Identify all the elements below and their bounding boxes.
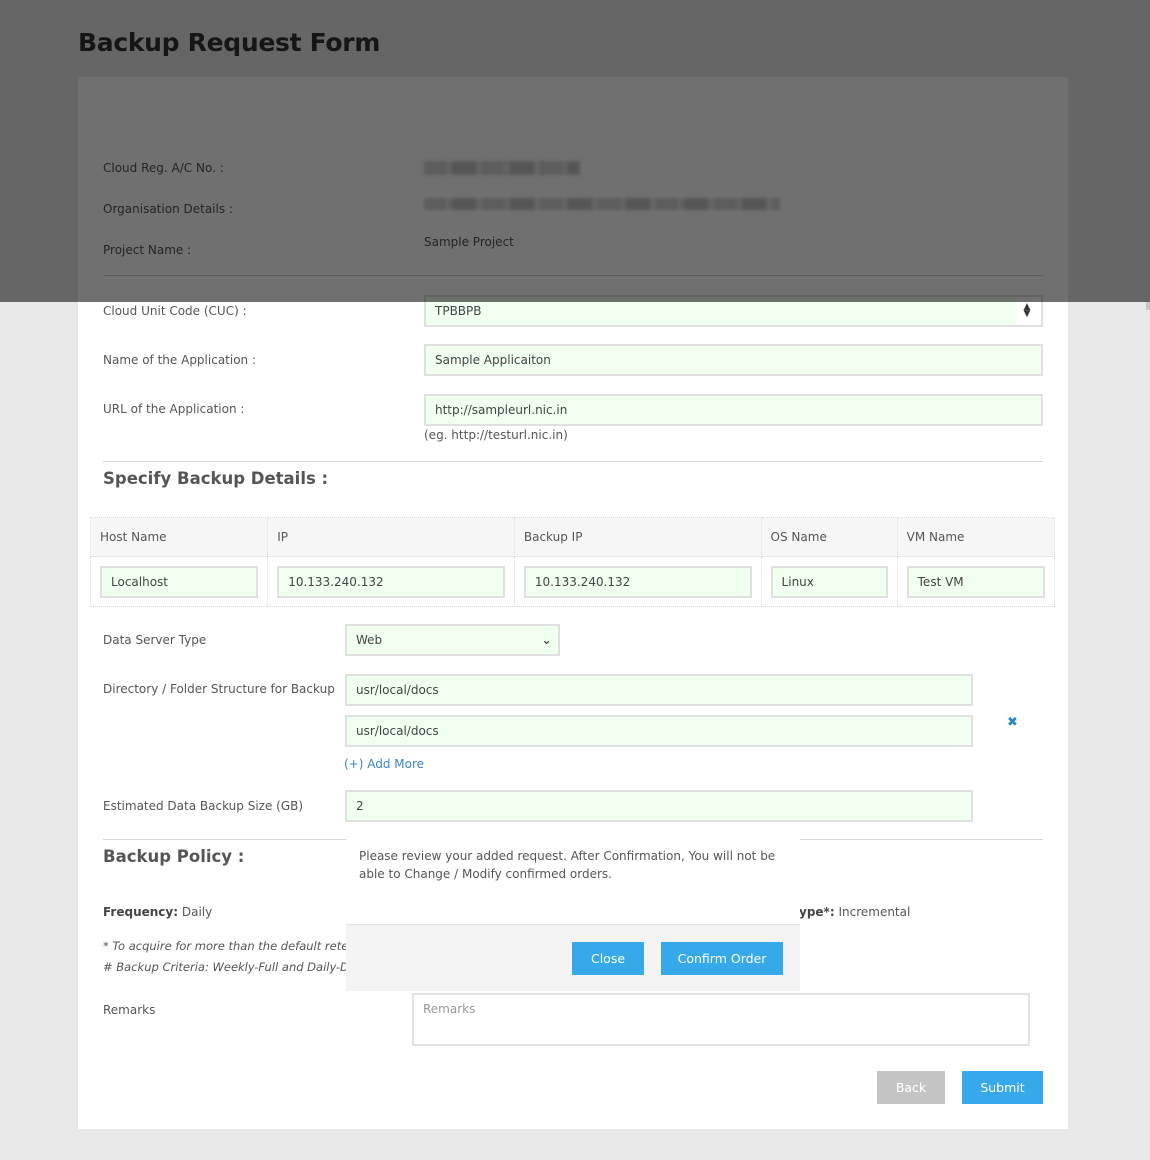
hosts-table: Host Name IP Backup IP OS Name VM Name L… bbox=[89, 517, 1056, 607]
scrollbar-thumb[interactable] bbox=[1146, 302, 1150, 310]
backup-type-label: ype*: bbox=[799, 905, 835, 919]
server-type-label: Data Server Type bbox=[103, 633, 207, 647]
app-name-label: Name of the Application : bbox=[103, 353, 257, 367]
backup-policy-heading: Backup Policy : bbox=[103, 847, 245, 866]
confirm-order-button[interactable]: Confirm Order bbox=[661, 942, 783, 975]
table-cell: Localhost bbox=[89, 556, 269, 607]
table-header-row: Host Name IP Backup IP OS Name VM Name bbox=[89, 517, 1056, 557]
dialog-footer: Close Confirm Order bbox=[346, 924, 800, 991]
updown-arrows-icon: ▲ ▼ bbox=[1023, 302, 1031, 319]
close-button[interactable]: Close bbox=[572, 942, 644, 975]
submit-button[interactable]: Submit bbox=[962, 1071, 1043, 1104]
frequency-value: Daily bbox=[181, 905, 213, 919]
add-more-link[interactable]: (+) Add More bbox=[344, 757, 424, 771]
backup-details-heading: Specify Backup Details : bbox=[103, 469, 329, 488]
vm-name-input[interactable]: Test VM bbox=[906, 565, 1045, 598]
remarks-label: Remarks bbox=[103, 1003, 156, 1017]
cuc-select-value: TPBBPB bbox=[435, 304, 482, 318]
directory-input[interactable]: usr/local/docs bbox=[345, 715, 973, 747]
modal-backdrop[interactable] bbox=[0, 0, 1150, 302]
app-url-label: URL of the Application : bbox=[103, 402, 245, 416]
table-cell: 10.133.240.132 bbox=[267, 556, 515, 607]
backup-size-input[interactable]: 2 bbox=[345, 790, 973, 822]
frequency-label: Frequency: bbox=[103, 905, 179, 919]
server-type-select[interactable]: Web ⌄ bbox=[345, 624, 560, 656]
backup-type-value: Incremental bbox=[838, 905, 911, 919]
retention-note: * To acquire for more than the default r… bbox=[103, 939, 378, 953]
chevron-down-icon: ⌄ bbox=[541, 633, 552, 648]
column-header: Host Name bbox=[89, 517, 269, 557]
confirm-message: Please review your added request. After … bbox=[359, 849, 776, 881]
table-cell: 10.133.240.132 bbox=[513, 556, 762, 607]
back-button[interactable]: Back bbox=[877, 1071, 945, 1104]
app-name-input[interactable]: Sample Applicaiton bbox=[424, 344, 1043, 376]
divider bbox=[103, 461, 1043, 462]
backup-type-row: ype*: Incremental bbox=[799, 905, 910, 919]
os-name-input[interactable]: Linux bbox=[770, 565, 888, 598]
column-header: OS Name bbox=[760, 517, 898, 557]
app-url-input[interactable]: http://sampleurl.nic.in bbox=[424, 394, 1043, 426]
close-icon[interactable]: ✖ bbox=[1007, 715, 1018, 730]
table-row: Localhost 10.133.240.132 10.133.240.132 … bbox=[89, 556, 1056, 607]
column-header: Backup IP bbox=[513, 517, 762, 557]
host-name-input[interactable]: Localhost bbox=[100, 565, 259, 598]
backup-size-label: Estimated Data Backup Size (GB) bbox=[103, 799, 304, 813]
table-cell: Linux bbox=[760, 556, 898, 607]
cuc-label: Cloud Unit Code (CUC) : bbox=[103, 304, 247, 318]
column-header: IP bbox=[267, 517, 515, 557]
frequency-row: Frequency: Daily bbox=[103, 905, 212, 919]
ip-input[interactable]: 10.133.240.132 bbox=[277, 565, 505, 598]
column-header: VM Name bbox=[896, 517, 1056, 557]
directory-input[interactable]: usr/local/docs bbox=[345, 674, 973, 706]
url-hint: (eg. http://testurl.nic.in) bbox=[424, 428, 568, 442]
remarks-textarea[interactable]: Remarks bbox=[412, 993, 1030, 1046]
directory-label: Directory / Folder Structure for Backup bbox=[103, 682, 335, 696]
confirm-dialog: Please review your added request. After … bbox=[346, 831, 800, 991]
server-type-value: Web bbox=[356, 633, 383, 647]
backup-ip-input[interactable]: 10.133.240.132 bbox=[523, 565, 752, 598]
table-cell: Test VM bbox=[896, 556, 1056, 607]
